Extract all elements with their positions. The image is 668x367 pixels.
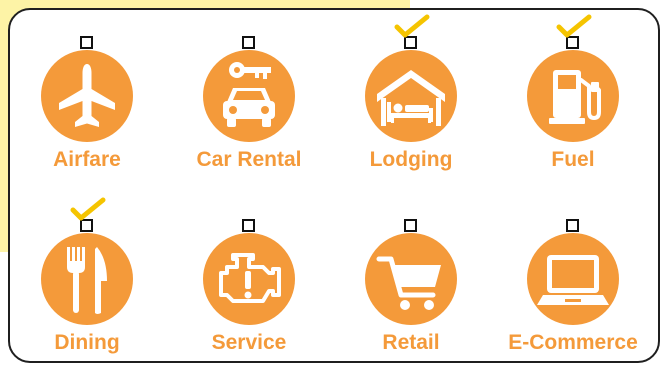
category-tile-fuel[interactable]: Fuel — [497, 10, 647, 180]
category-label-airfare: Airfare — [53, 148, 121, 171]
category-label-retail: Retail — [382, 331, 440, 354]
engine-warning-icon[interactable] — [203, 233, 295, 325]
category-label-fuel: Fuel — [551, 148, 595, 171]
category-tile-dining[interactable]: Dining — [11, 193, 161, 363]
category-tile-car-rental[interactable]: Car Rental — [173, 10, 323, 180]
bed-house-icon[interactable] — [365, 50, 457, 142]
category-label-e-commerce: E-Commerce — [508, 331, 638, 354]
shopping-cart-icon[interactable] — [365, 233, 457, 325]
category-tile-service[interactable]: Service — [173, 193, 323, 363]
check-mark-icon — [556, 14, 592, 38]
category-selector: Airfare Car Rental Lodging Fuel Dining S… — [0, 0, 668, 367]
category-label-lodging: Lodging — [369, 148, 453, 171]
category-label-dining: Dining — [54, 331, 120, 354]
check-mark-icon — [70, 197, 106, 221]
checkbox-airfare[interactable] — [80, 36, 93, 49]
check-mark-icon — [394, 14, 430, 38]
checkbox-service[interactable] — [242, 219, 255, 232]
fork-knife-icon[interactable] — [41, 233, 133, 325]
checkbox-car-rental[interactable] — [242, 36, 255, 49]
laptop-icon[interactable] — [527, 233, 619, 325]
category-label-service: Service — [211, 331, 287, 354]
checkbox-retail[interactable] — [404, 219, 417, 232]
category-label-car-rental: Car Rental — [196, 148, 302, 171]
category-tile-retail[interactable]: Retail — [335, 193, 485, 363]
category-tile-lodging[interactable]: Lodging — [335, 10, 485, 180]
fuel-pump-icon[interactable] — [527, 50, 619, 142]
category-tile-e-commerce[interactable]: E-Commerce — [497, 193, 647, 363]
category-tile-airfare[interactable]: Airfare — [11, 10, 161, 180]
checkbox-e-commerce[interactable] — [566, 219, 579, 232]
airplane-icon[interactable] — [41, 50, 133, 142]
car-key-icon[interactable] — [203, 50, 295, 142]
